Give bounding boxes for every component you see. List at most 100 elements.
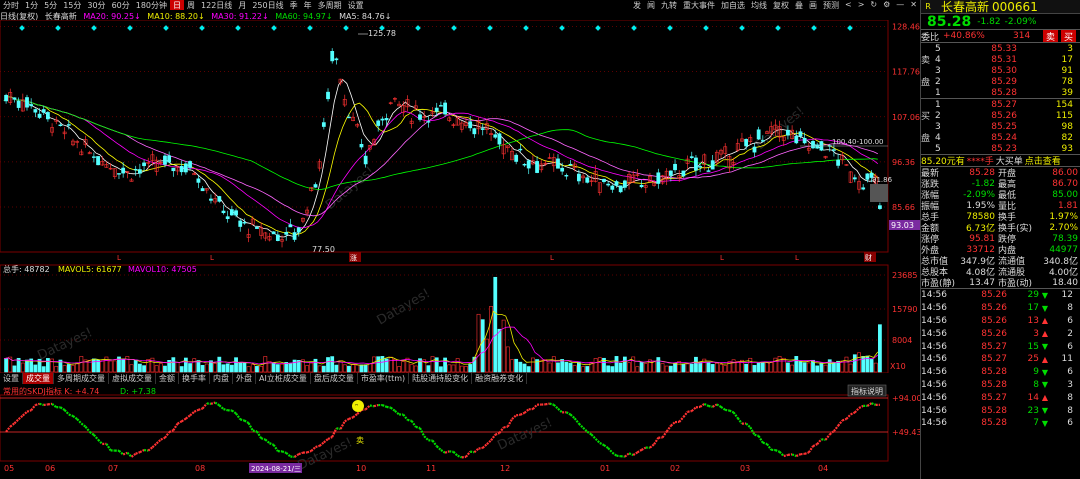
period-tab[interactable]: 多周期 [315, 0, 345, 10]
event-flag-icon[interactable]: L [720, 254, 724, 262]
period-tab[interactable]: 设置 [345, 0, 367, 10]
indicator-tab[interactable]: 设置 [0, 373, 23, 384]
candle[interactable] [836, 159, 840, 166]
candle[interactable] [179, 165, 184, 173]
event-diamond-icon[interactable] [307, 25, 313, 31]
indicator-tab[interactable]: 陆股通持股变化 [409, 373, 473, 384]
indicator-tab[interactable]: 成交量 [23, 373, 54, 384]
minimize-icon[interactable]: — [893, 0, 907, 10]
candle[interactable] [689, 156, 694, 158]
indicator-tab[interactable]: 多周期成交量 [54, 373, 109, 384]
event-diamond-icon[interactable] [271, 25, 277, 31]
candle[interactable] [380, 118, 385, 121]
candle[interactable] [271, 231, 276, 235]
candle[interactable] [786, 129, 790, 136]
candle[interactable] [255, 227, 259, 229]
candle[interactable] [171, 167, 176, 172]
toolbar-item[interactable]: > [855, 0, 868, 10]
candle[interactable] [522, 163, 527, 166]
candle[interactable] [376, 120, 381, 126]
period-tab[interactable]: 1分 [22, 0, 41, 10]
candle[interactable] [861, 187, 866, 190]
candle[interactable] [330, 51, 335, 62]
candle[interactable] [480, 128, 485, 130]
candle[interactable] [794, 135, 799, 144]
event-diamond-icon[interactable] [451, 25, 457, 31]
candle[interactable] [313, 184, 318, 188]
event-diamond-icon[interactable] [91, 25, 97, 31]
candle[interactable] [602, 178, 606, 182]
period-tab[interactable]: 月 [235, 0, 249, 10]
kline-chart-area[interactable]: 128.46 117.76 107.06 96.36 85.66 23685 15790 80… [0, 20, 920, 479]
period-tab[interactable]: 周 [184, 0, 198, 10]
candle[interactable] [535, 161, 539, 173]
indicator-tab[interactable]: 虚拟成交量 [109, 373, 156, 384]
candle[interactable] [359, 144, 364, 148]
candle[interactable] [16, 100, 21, 108]
candle[interactable] [606, 183, 611, 186]
candle[interactable] [698, 166, 703, 168]
event-flag-icon[interactable]: L [117, 254, 121, 262]
candle[interactable] [234, 210, 238, 216]
candle[interactable] [12, 97, 17, 100]
indicator-tab[interactable]: 金额 [156, 373, 179, 384]
event-diamond-icon[interactable] [811, 25, 817, 31]
settings-icon[interactable]: ⚙ [880, 0, 893, 10]
period-tab[interactable]: 60分 [109, 0, 133, 10]
period-tab[interactable]: 分时 [0, 0, 22, 10]
candle[interactable] [183, 163, 188, 173]
period-tab[interactable]: 日 [170, 0, 185, 10]
candle[interactable] [292, 232, 297, 240]
candle[interactable] [92, 156, 96, 158]
indicator-tab[interactable]: 换手率 [179, 373, 210, 384]
event-flag-icon[interactable]: L [550, 254, 554, 262]
candle[interactable] [321, 122, 326, 127]
event-diamond-icon[interactable] [127, 25, 133, 31]
event-diamond-icon[interactable] [847, 25, 853, 31]
toolbar-item[interactable]: 画 [806, 0, 820, 10]
toolbar-item[interactable]: 闻 [644, 0, 658, 10]
toolbar-item[interactable]: 预测 [820, 0, 842, 10]
candle[interactable] [497, 133, 502, 145]
toolbar-item[interactable]: 复权 [770, 0, 792, 10]
candle[interactable] [384, 118, 389, 121]
candle[interactable] [25, 97, 29, 108]
candle[interactable] [275, 234, 280, 241]
event-diamond-icon[interactable] [559, 25, 565, 31]
candle[interactable] [802, 137, 807, 144]
event-diamond-icon[interactable] [199, 25, 205, 31]
candle[interactable] [96, 156, 100, 166]
event-diamond-icon[interactable] [163, 25, 169, 31]
period-tab[interactable]: 30分 [84, 0, 108, 10]
indicator-tab[interactable]: 外盘 [233, 373, 256, 384]
candle[interactable] [673, 163, 677, 171]
candle[interactable] [229, 209, 234, 216]
candle[interactable] [694, 157, 698, 171]
toolbar-item[interactable]: 均线 [748, 0, 770, 10]
candle[interactable] [514, 154, 519, 162]
candle[interactable] [472, 128, 477, 135]
toolbar-item[interactable]: < [842, 0, 855, 10]
candle[interactable] [865, 173, 870, 180]
candle[interactable] [334, 58, 339, 61]
candle[interactable] [121, 167, 126, 174]
toolbar-item[interactable]: 加自选 [718, 0, 748, 10]
refresh-icon[interactable]: ↻ [867, 0, 880, 10]
event-flag-icon[interactable]: L [795, 254, 799, 262]
candle[interactable] [46, 112, 50, 120]
period-tab[interactable]: 季 [287, 0, 301, 10]
candle[interactable] [752, 146, 757, 153]
candle[interactable] [518, 148, 523, 151]
candle[interactable] [656, 172, 661, 184]
indicator-tab[interactable]: 盘后成交量 [311, 373, 358, 384]
candle[interactable] [66, 124, 71, 126]
candle[interactable] [618, 185, 623, 193]
candle[interactable] [815, 144, 820, 149]
candle[interactable] [347, 116, 351, 119]
candle[interactable] [556, 158, 560, 169]
candle[interactable] [744, 139, 749, 147]
candle[interactable] [639, 184, 644, 188]
candle[interactable] [217, 196, 222, 202]
event-flag-icon[interactable]: L [210, 254, 214, 262]
buy-button[interactable]: 买 [1061, 29, 1077, 43]
